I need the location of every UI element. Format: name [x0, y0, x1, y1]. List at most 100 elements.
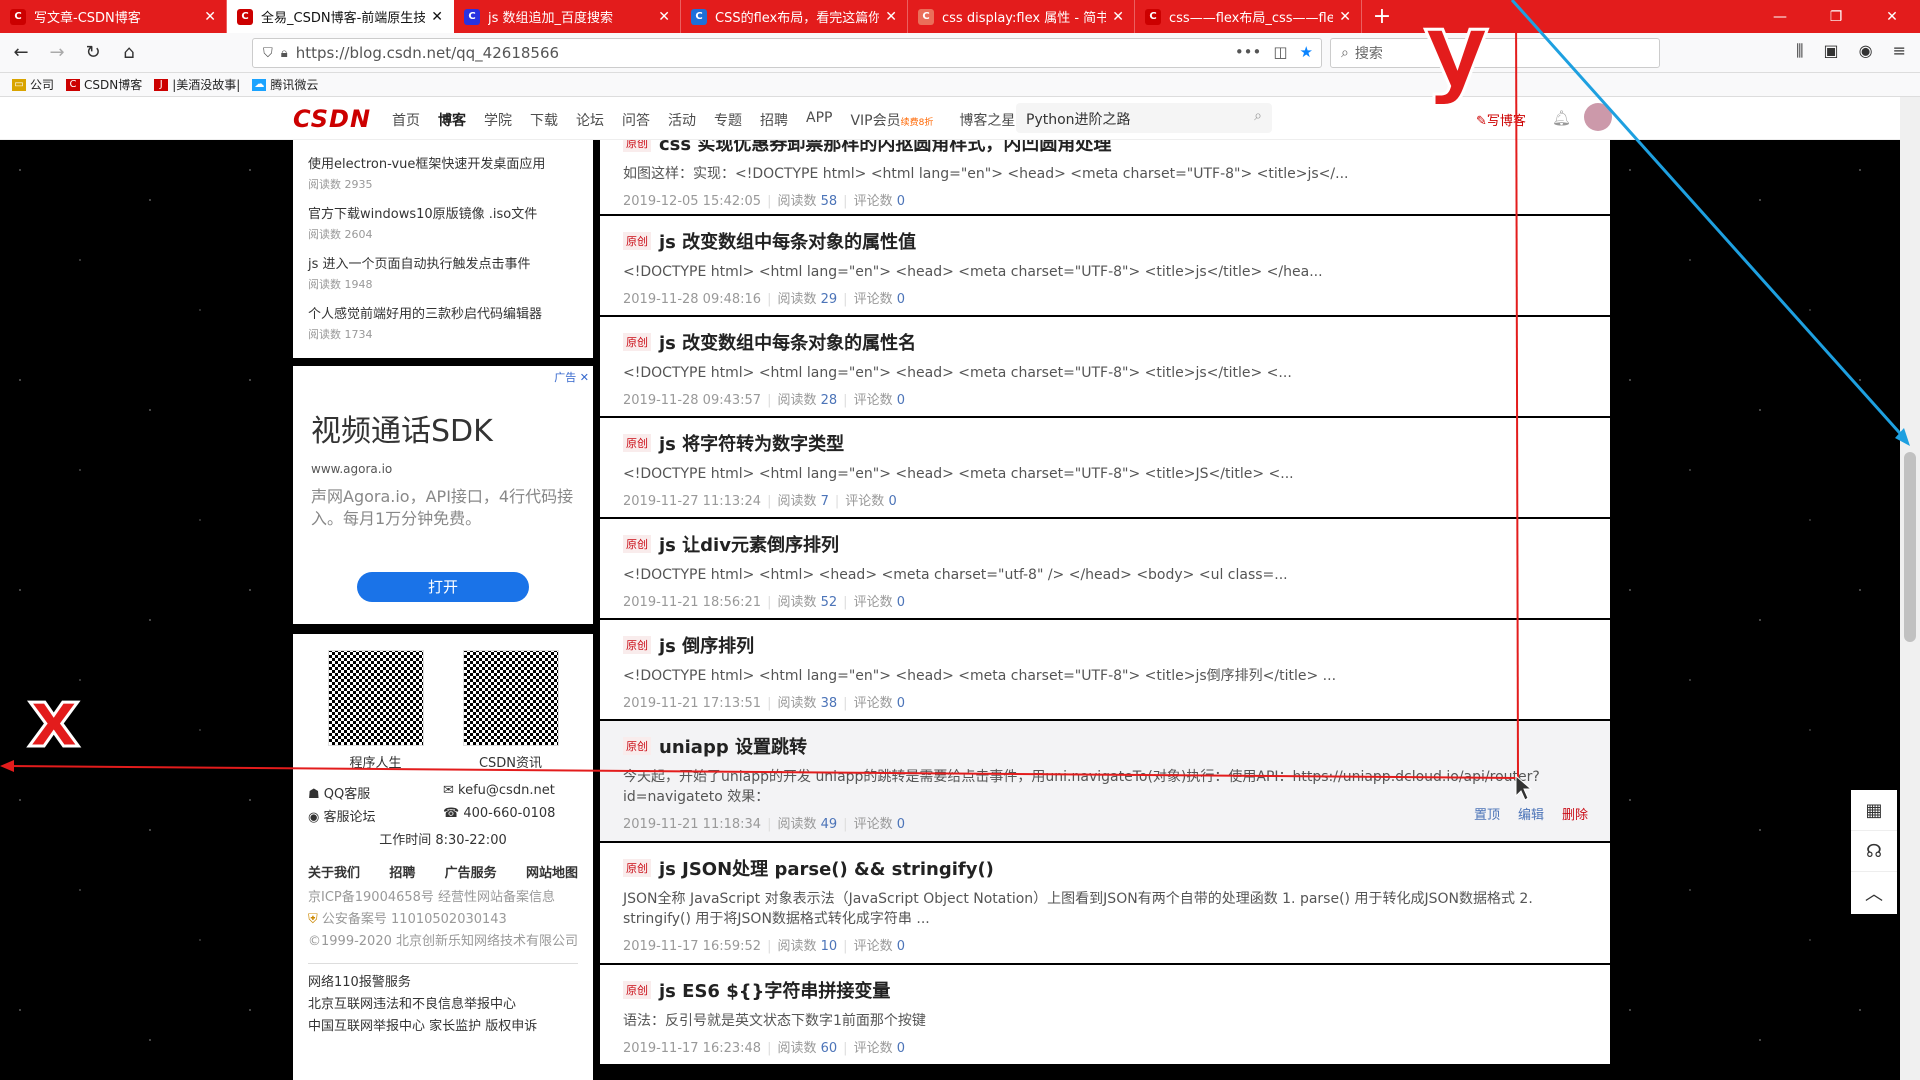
scrollbar-thumb[interactable]: [1904, 452, 1916, 642]
nav-vip[interactable]: VIP会员续费8折: [850, 110, 933, 130]
article-title[interactable]: js 让div元素倒序排列: [659, 531, 839, 557]
browser-tab[interactable]: C 写文章-CSDN博客 ✕: [0, 0, 227, 33]
bookmark-weiyun[interactable]: ☁ 腾讯微云: [252, 76, 318, 93]
police-record-link[interactable]: ⛨ 公安备案号 11010502030143: [308, 909, 578, 931]
avatar[interactable]: [1584, 103, 1612, 131]
bell-icon[interactable]: 🔔︎: [1552, 109, 1571, 127]
list-item[interactable]: 官方下载windows10原版镜像 .iso文件 阅读数 2604: [308, 190, 578, 241]
report-links[interactable]: 中国互联网举报中心 家长监护 版权申诉: [308, 1016, 578, 1038]
article-item[interactable]: 原创 js 让div元素倒序排列 <!DOCTYPE html> <html> <h…: [600, 519, 1610, 620]
back-to-top-icon[interactable]: ︿: [1851, 872, 1897, 913]
close-tab-icon[interactable]: ✕: [204, 9, 216, 25]
qr-code-icon[interactable]: ▦: [1851, 790, 1897, 831]
list-item[interactable]: js 进入一个页面自动执行触发点击事件 阅读数 1948: [308, 240, 578, 291]
bookmark-story[interactable]: J |美酒没故事|: [154, 76, 240, 93]
about-link[interactable]: 关于我们: [308, 862, 360, 881]
article-title[interactable]: uniapp 设置跳转: [659, 733, 807, 759]
forward-icon[interactable]: →: [42, 38, 72, 68]
article-title[interactable]: js JSON处理 parse() && stringify(): [659, 855, 994, 881]
bookmark-star-icon[interactable]: ★: [1300, 43, 1313, 61]
browser-tab[interactable]: C 全易_CSDN博客-前端原生技术 ✕: [227, 0, 454, 33]
more-icon[interactable]: •••: [1235, 43, 1262, 61]
delete-button[interactable]: 删除: [1562, 804, 1588, 823]
jobs-link[interactable]: 招聘: [389, 862, 415, 881]
csdn-logo[interactable]: CSDN: [293, 105, 371, 133]
edit-button[interactable]: 编辑: [1518, 804, 1544, 823]
article-title[interactable]: js ES6 ${}字符串拼接变量: [659, 977, 890, 1003]
article-item[interactable]: 原创 css 实现优惠券卸票那样的内抠圆角样式，内凹圆角处理 如图这样：实现：<!D…: [600, 140, 1610, 216]
write-blog-button[interactable]: ✎写博客: [1476, 110, 1526, 129]
article-title[interactable]: js 倒序排列: [659, 632, 754, 658]
scrollbar[interactable]: [1900, 97, 1920, 1080]
nav-events[interactable]: 活动: [668, 110, 696, 130]
article-title[interactable]: js 改变数组中每条对象的属性值: [659, 228, 916, 254]
article-item[interactable]: 原创 js JSON处理 parse() && stringify() JSON全称…: [600, 843, 1610, 965]
article-item[interactable]: 原创 js ES6 ${}字符串拼接变量 语法：反引号就是英文状态下数字1前面那个按…: [600, 965, 1610, 1066]
home-icon[interactable]: ⌂: [114, 38, 144, 68]
shield-icon[interactable]: ⛉: [263, 46, 273, 61]
bookmark-folder[interactable]: ▭ 公司: [12, 76, 54, 93]
icp-link[interactable]: 京ICP备19004658号 经营性网站备案信息: [308, 887, 578, 909]
ad-title[interactable]: 视频通话SDK: [311, 406, 575, 450]
search-icon[interactable]: ⌕: [1254, 108, 1262, 124]
close-tab-icon[interactable]: ✕: [1339, 9, 1351, 25]
customer-service-icon[interactable]: ☊: [1851, 831, 1897, 872]
search-input[interactable]: ⌕ 搜索: [1330, 38, 1660, 68]
qq-service-link[interactable]: ☗ QQ客服: [308, 783, 443, 802]
close-tab-icon[interactable]: ✕: [658, 9, 670, 25]
url-text[interactable]: https://blog.csdn.net/qq_42618566: [296, 44, 559, 62]
account-icon[interactable]: ◉: [1859, 41, 1873, 61]
nav-academy[interactable]: 学院: [484, 110, 512, 130]
nav-forum[interactable]: 论坛: [576, 110, 604, 130]
report-center-link[interactable]: 北京互联网违法和不良信息举报中心: [308, 994, 578, 1016]
list-item[interactable]: 使用electron-vue框架快速开发桌面应用 阅读数 2935: [308, 140, 578, 191]
sitemap-link[interactable]: 网站地图: [526, 862, 578, 881]
article-title[interactable]: js 将字符转为数字类型: [659, 430, 844, 456]
email-link[interactable]: ✉ kefu@csdn.net: [443, 783, 578, 802]
article-title[interactable]: js 改变数组中每条对象的属性名: [659, 329, 916, 355]
lock-icon[interactable]: 🔒︎: [281, 46, 288, 61]
restore-icon[interactable]: ❐: [1808, 0, 1864, 33]
browser-tab[interactable]: Cjs 数组追加_百度搜索 ✕: [454, 0, 681, 33]
nav-download[interactable]: 下载: [530, 110, 558, 130]
sidebar-icon[interactable]: ▣: [1824, 41, 1839, 61]
browser-tab[interactable]: C CSS的flex布局，看完这篇你就 ✕: [681, 0, 908, 33]
article-item[interactable]: 原创 js 倒序排列 <!DOCTYPE html> <html lang="en"…: [600, 620, 1610, 721]
ad-url[interactable]: www.agora.io: [311, 462, 575, 476]
pin-button[interactable]: 置顶: [1474, 804, 1500, 823]
pocket-icon[interactable]: ◫: [1273, 43, 1287, 61]
nav-blog[interactable]: 博客: [438, 110, 466, 130]
new-tab-button[interactable]: +: [1362, 0, 1402, 33]
article-item[interactable]: 原创 js 将字符转为数字类型 <!DOCTYPE html> <html lang…: [600, 418, 1610, 519]
bookmark-csdn[interactable]: C CSDN博客: [66, 76, 142, 93]
nav-jobs[interactable]: 招聘: [760, 110, 788, 130]
ad-tag[interactable]: 广告 ✕: [554, 369, 589, 385]
minimize-icon[interactable]: —: [1752, 0, 1808, 33]
browser-tab[interactable]: Ccss display:flex 属性 - 简书 ✕: [908, 0, 1135, 33]
nav-blog-star[interactable]: 博客之星: [959, 110, 1015, 130]
nav-home[interactable]: 首页: [392, 110, 420, 130]
nav-qa[interactable]: 问答: [622, 110, 650, 130]
close-tab-icon[interactable]: ✕: [431, 9, 443, 25]
ads-link[interactable]: 广告服务: [445, 862, 497, 881]
library-icon[interactable]: ⫼: [1796, 41, 1803, 61]
article-title[interactable]: css 实现优惠券卸票那样的内抠圆角样式，内凹圆角处理: [659, 140, 1111, 156]
article-item[interactable]: 原创 js 改变数组中每条对象的属性值 <!DOCTYPE html> <html …: [600, 216, 1610, 317]
url-bar[interactable]: ⛉ 🔒︎ https://blog.csdn.net/qq_42618566 •…: [252, 38, 1322, 68]
close-tab-icon[interactable]: ✕: [1112, 9, 1124, 25]
nav-app[interactable]: APP: [806, 110, 832, 130]
article-item[interactable]: 原创 uniapp 设置跳转 今天起，开始了uniapp的开发 uniapp的跳转是…: [600, 721, 1610, 843]
menu-icon[interactable]: ≡: [1893, 41, 1906, 61]
ad-open-button[interactable]: 打开: [357, 572, 529, 602]
report-110-link[interactable]: 网络110报警服务: [308, 972, 578, 994]
close-tab-icon[interactable]: ✕: [885, 9, 897, 25]
list-item[interactable]: 个人感觉前端好用的三款秒启代码编辑器 阅读数 1734: [308, 290, 578, 341]
csdn-search-input[interactable]: Python进阶之路 ⌕: [1016, 103, 1272, 133]
back-icon[interactable]: ←: [6, 38, 36, 68]
close-window-icon[interactable]: ✕: [1864, 0, 1920, 33]
service-forum-link[interactable]: ◉ 客服论坛: [308, 806, 443, 825]
reload-icon[interactable]: ↻: [78, 38, 108, 68]
article-item[interactable]: 原创 js 改变数组中每条对象的属性名 <!DOCTYPE html> <html …: [600, 317, 1610, 418]
browser-tab[interactable]: Ccss——flex布局_css——flex布✕: [1135, 0, 1362, 33]
nav-topics[interactable]: 专题: [714, 110, 742, 130]
